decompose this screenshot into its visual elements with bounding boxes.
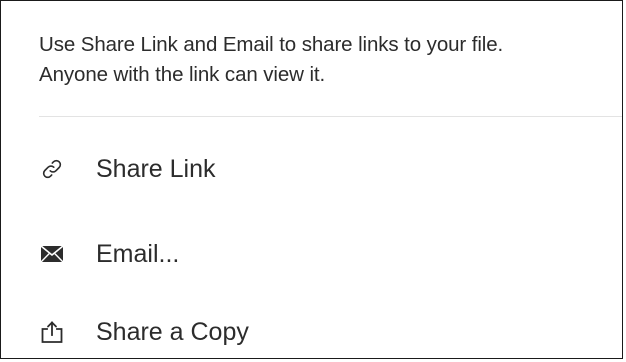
share-link-label: Share Link	[96, 154, 216, 183]
envelope-icon	[39, 241, 65, 267]
share-copy-menu-item[interactable]: Share a Copy	[39, 304, 622, 358]
share-copy-label: Share a Copy	[96, 317, 249, 346]
share-upload-icon	[39, 319, 65, 345]
email-menu-item[interactable]: Email...	[39, 226, 622, 282]
share-panel: Use Share Link and Email to share links …	[0, 0, 623, 359]
link-icon	[39, 156, 65, 182]
share-description: Use Share Link and Email to share links …	[39, 30, 622, 90]
email-label: Email...	[96, 239, 180, 268]
description-line-1: Use Share Link and Email to share links …	[39, 33, 504, 56]
description-line-2: Anyone with the link can view it.	[39, 63, 326, 86]
divider	[39, 116, 622, 117]
share-link-menu-item[interactable]: Share Link	[39, 141, 622, 197]
